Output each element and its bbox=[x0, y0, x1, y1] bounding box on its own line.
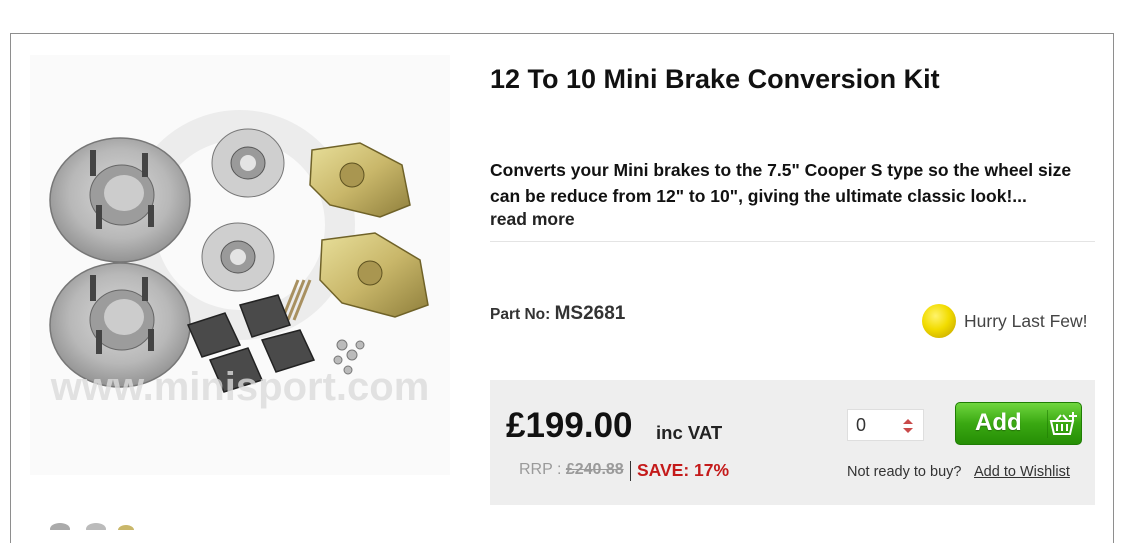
read-more-link[interactable]: read more bbox=[490, 209, 575, 230]
buy-box: £199.00 inc VAT RRP : £240.88 SAVE: 17% … bbox=[490, 380, 1095, 505]
price: £199.00 bbox=[506, 406, 633, 445]
product-title: 12 To 10 Mini Brake Conversion Kit bbox=[490, 64, 940, 94]
add-to-wishlist-link[interactable]: Add to Wishlist bbox=[974, 464, 1070, 480]
divider bbox=[490, 241, 1095, 242]
spinner-arrows-icon[interactable] bbox=[902, 418, 914, 434]
yellow-dot-icon bbox=[922, 304, 956, 338]
part-number: Part No: MS2681 bbox=[490, 303, 625, 325]
quantity-stepper[interactable] bbox=[847, 409, 924, 441]
price-separator bbox=[630, 461, 631, 481]
rrp-value: £240.88 bbox=[565, 461, 624, 478]
part-number-label: Part No: bbox=[490, 306, 551, 323]
save-badge: SAVE: 17% bbox=[637, 460, 730, 480]
part-number-value: MS2681 bbox=[554, 303, 626, 324]
product-image[interactable]: www.minisport.com bbox=[30, 55, 450, 475]
image-thumbnails[interactable] bbox=[38, 517, 158, 535]
rrp: RRP : £240.88 bbox=[519, 461, 624, 479]
vat-label: inc VAT bbox=[656, 422, 723, 443]
not-ready-text: Not ready to buy? bbox=[847, 464, 962, 480]
quantity-input[interactable] bbox=[856, 414, 896, 436]
basket-plus-icon bbox=[1047, 410, 1077, 438]
add-button-label: Add bbox=[975, 409, 1022, 436]
rrp-label: RRP : bbox=[519, 461, 562, 478]
stock-status-text: Hurry Last Few! bbox=[964, 310, 1088, 331]
add-to-basket-button[interactable]: Add bbox=[955, 402, 1082, 445]
image-watermark: www.minisport.com bbox=[50, 365, 430, 409]
product-description: Converts your Mini brakes to the 7.5" Co… bbox=[490, 160, 1072, 206]
stock-status: Hurry Last Few! bbox=[922, 303, 1088, 339]
